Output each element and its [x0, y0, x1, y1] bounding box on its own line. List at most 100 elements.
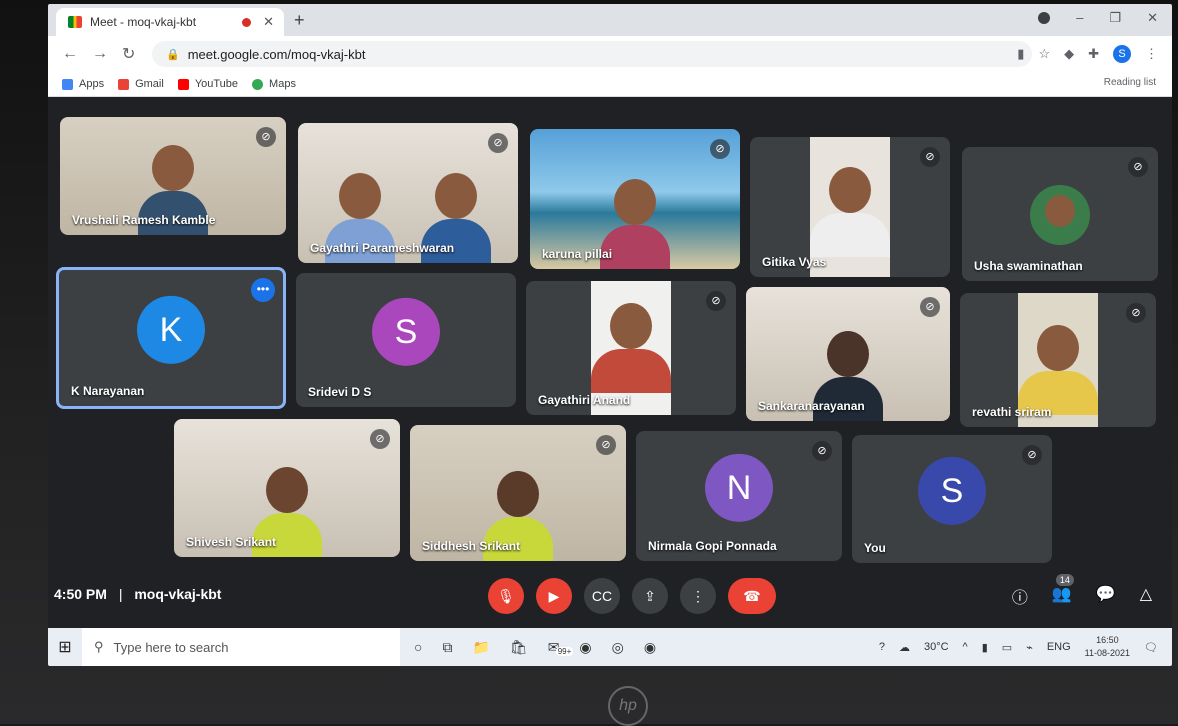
- maps-pin-icon: [252, 78, 264, 90]
- clock-time: 16:50: [1096, 635, 1119, 645]
- address-bar[interactable]: 🔒 meet.google.com/moq-vkaj-kbt: [152, 41, 1032, 67]
- chrome-profile-icon[interactable]: ◉: [644, 639, 656, 656]
- participant-name: Gayathri Parameshwaran: [310, 241, 455, 255]
- taskbar-search[interactable]: ⚲ Type here to search: [82, 628, 400, 666]
- maximize-icon[interactable]: ❐: [1109, 10, 1121, 26]
- participant-avatar: N: [705, 453, 773, 522]
- camera-toggle-button[interactable]: ▶: [536, 578, 572, 614]
- browser-tab[interactable]: Meet - moq-vkaj-kbt ✕: [56, 8, 284, 36]
- participant-tile[interactable]: ⊘ Shivesh Srikant: [174, 419, 400, 557]
- call-controls: 🎙 ▶ CC ⇪ ⋮ ☎: [488, 578, 776, 614]
- participant-tile[interactable]: ⊘ Sankaranarayanan: [746, 287, 950, 421]
- chrome-canary-icon[interactable]: ◎: [612, 639, 624, 656]
- menu-kebab-icon[interactable]: ⋮: [1145, 46, 1158, 62]
- participant-name: Sridevi D S: [308, 385, 372, 399]
- usb-icon[interactable]: ▮: [982, 641, 988, 654]
- puzzle-icon[interactable]: ✚: [1088, 46, 1099, 62]
- muted-mic-icon: ⊘: [1126, 303, 1146, 323]
- notification-icon[interactable]: 🗨: [1144, 641, 1158, 654]
- microphone-toggle-button[interactable]: 🎙: [488, 578, 524, 614]
- cortana-icon[interactable]: ○: [414, 639, 422, 656]
- lock-icon: 🔒: [166, 48, 180, 61]
- participant-tile[interactable]: ⊘ Usha swaminathan: [962, 147, 1158, 281]
- language-indicator[interactable]: ENG: [1047, 641, 1071, 653]
- network-icon[interactable]: ⌁: [1026, 641, 1033, 654]
- participant-avatar: K: [137, 295, 205, 364]
- help-icon[interactable]: ?: [879, 641, 885, 653]
- tab-close-icon[interactable]: ✕: [263, 14, 274, 30]
- activities-icon[interactable]: △: [1140, 584, 1152, 608]
- toolbar-actions: ▮ ☆ ◆ ✚ S ⋮: [1017, 45, 1158, 63]
- participant-tile[interactable]: ⊘ karuna pillai: [530, 129, 740, 269]
- participant-tile[interactable]: ⊘ Gitika Vyas: [750, 137, 950, 277]
- task-view-icon[interactable]: ⧉: [442, 639, 452, 656]
- participant-name: karuna pillai: [542, 247, 613, 261]
- taskbar-clock[interactable]: 16:50 11-08-2021: [1085, 634, 1130, 660]
- participant-name: Gitika Vyas: [762, 255, 827, 269]
- windows-start-icon[interactable]: ⊞: [48, 637, 82, 657]
- battery-icon[interactable]: ▭: [1002, 641, 1012, 654]
- reload-icon[interactable]: ↻: [122, 44, 135, 64]
- browser-tab-bar: Meet - moq-vkaj-kbt ✕ + – ❐ ✕: [48, 4, 1172, 36]
- people-button[interactable]: 👥 14: [1052, 574, 1074, 608]
- window-close-icon[interactable]: ✕: [1147, 10, 1158, 26]
- new-tab-button[interactable]: +: [294, 10, 305, 31]
- participant-name: K Narayanan: [71, 384, 145, 398]
- tab-title: Meet - moq-vkaj-kbt: [90, 15, 197, 29]
- participant-tile[interactable]: ⊘ Gayathiri Anand: [526, 281, 736, 415]
- bookmark-star-icon[interactable]: ☆: [1038, 46, 1050, 62]
- store-icon[interactable]: 🛍: [510, 639, 528, 656]
- participant-tile[interactable]: ⊘ Gayathri Parameshwaran: [298, 123, 518, 263]
- participant-tile[interactable]: ⊘ Vrushali Ramesh Kamble: [60, 117, 286, 235]
- meet-participant-grid: ⊘ Vrushali Ramesh Kamble ⊘ Gayathri Para…: [48, 97, 1172, 574]
- meeting-time: 4:50 PM: [54, 586, 107, 602]
- participant-tile-active[interactable]: K ••• K Narayanan: [56, 267, 286, 409]
- extension-icon[interactable]: ◆: [1064, 46, 1074, 62]
- hp-logo: hp: [608, 686, 648, 726]
- meeting-details-icon[interactable]: ⓘ: [1012, 584, 1028, 608]
- bookmark-apps[interactable]: Apps: [62, 78, 104, 90]
- participant-tile-self[interactable]: S ⊘ You: [852, 435, 1052, 563]
- camera-icon[interactable]: ▮: [1017, 46, 1024, 62]
- minimize-icon[interactable]: –: [1076, 10, 1083, 26]
- muted-mic-icon: ⊘: [488, 133, 508, 153]
- back-icon[interactable]: ←: [62, 45, 78, 63]
- muted-mic-icon: ⊘: [596, 435, 616, 455]
- profile-avatar[interactable]: S: [1113, 45, 1131, 63]
- weather-icon[interactable]: ☁: [899, 641, 910, 654]
- participant-tile[interactable]: N ⊘ Nirmala Gopi Ponnada: [636, 431, 842, 561]
- laptop-screen: Meet - moq-vkaj-kbt ✕ + – ❐ ✕ ← → ↻ 🔒 me…: [48, 4, 1172, 666]
- participant-name: Siddhesh Srikant: [422, 539, 521, 553]
- tray-expand-icon[interactable]: ^: [963, 641, 968, 653]
- meet-control-bar: 4:50 PM | moq-vkaj-kbt 🎙 ▶ CC ⇪ ⋮ ☎ ⓘ 👥 1…: [48, 574, 1172, 624]
- muted-mic-icon: ⊘: [1128, 157, 1148, 177]
- captions-button[interactable]: CC: [584, 578, 620, 614]
- muted-mic-icon: ⊘: [920, 297, 940, 317]
- media-indicator-icon[interactable]: [1038, 12, 1051, 24]
- reading-list-button[interactable]: Reading list: [1104, 77, 1156, 88]
- mail-icon[interactable]: ✉ 99+: [548, 639, 574, 656]
- more-options-icon[interactable]: •••: [251, 278, 275, 302]
- forward-icon[interactable]: →: [92, 45, 108, 63]
- bookmark-maps[interactable]: Maps: [252, 78, 296, 90]
- apps-grid-icon: [62, 78, 73, 90]
- bookmark-label: YouTube: [194, 78, 239, 90]
- participant-tile[interactable]: ⊘ revathi sriram: [960, 293, 1156, 427]
- chat-icon[interactable]: 💬: [1096, 584, 1116, 608]
- participant-tile[interactable]: ⊘ Siddhesh Srikant: [410, 425, 626, 561]
- chrome-icon[interactable]: ◉: [579, 639, 591, 656]
- participant-avatar: S: [918, 456, 986, 525]
- leave-call-button[interactable]: ☎: [728, 578, 776, 614]
- muted-mic-icon: ⊘: [706, 291, 726, 311]
- browser-toolbar: ← → ↻ 🔒 meet.google.com/moq-vkaj-kbt ▮ ☆…: [48, 36, 1172, 72]
- present-screen-button[interactable]: ⇪: [632, 578, 668, 614]
- more-options-button[interactable]: ⋮: [680, 578, 716, 614]
- bookmark-gmail[interactable]: Gmail: [118, 78, 164, 90]
- file-explorer-icon[interactable]: 📁: [472, 639, 489, 656]
- url-text: meet.google.com/moq-vkaj-kbt: [187, 46, 366, 62]
- participant-name: Nirmala Gopi Ponnada: [648, 539, 777, 553]
- muted-mic-icon: ⊘: [920, 147, 940, 167]
- participant-tile[interactable]: S Sridevi D S: [296, 273, 516, 407]
- meeting-side-controls: ⓘ 👥 14 💬 △: [1012, 574, 1152, 608]
- bookmark-youtube[interactable]: YouTube: [177, 78, 239, 90]
